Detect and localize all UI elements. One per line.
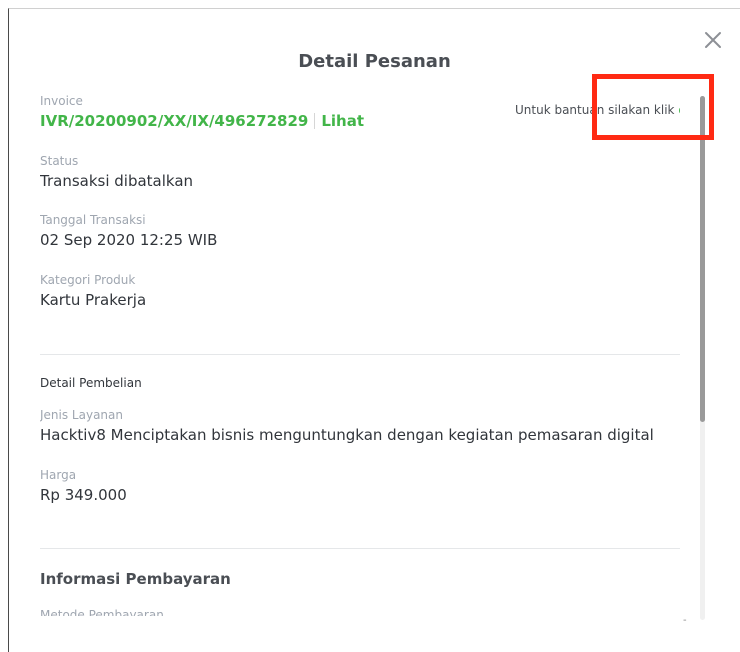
help-text: Untuk bantuan silakan klik disini	[515, 103, 680, 117]
transaction-date-label: Tanggal Transaksi	[40, 213, 146, 227]
price-field: Harga Rp 349.000	[40, 468, 127, 504]
transaction-date-value: 02 Sep 2020 12:25 WIB	[40, 231, 218, 249]
payment-method-value: -	[683, 615, 687, 626]
service-label: Jenis Layanan	[40, 408, 123, 422]
price-label: Harga	[40, 468, 77, 482]
invoice-field: Invoice IVR/20200902/XX/IX/496272829 Lih…	[40, 94, 364, 130]
status-field: Status Transaksi dibatalkan	[40, 154, 193, 190]
help-label: Untuk bantuan silakan klik	[515, 103, 675, 117]
status-value: Transaksi dibatalkan	[40, 172, 194, 190]
transaction-date-field: Tanggal Transaksi 02 Sep 2020 12:25 WIB	[40, 213, 217, 249]
payment-method-label: Metode Pembayaran	[40, 608, 164, 616]
service-field: Jenis Layanan Hacktiv8 Menciptakan bisni…	[40, 408, 654, 444]
scrollbar-thumb[interactable]	[700, 96, 705, 422]
invoice-label: Invoice	[40, 94, 83, 108]
view-invoice-link[interactable]: Lihat	[321, 112, 364, 130]
category-label: Kategori Produk	[40, 273, 136, 287]
purchase-heading-text: Detail Pembelian	[40, 376, 142, 390]
payment-heading-text: Informasi Pembayaran	[40, 570, 231, 588]
invoice-number: IVR/20200902/XX/IX/496272829	[40, 112, 309, 130]
divider	[40, 548, 680, 549]
service-value: Hacktiv8 Menciptakan bisnis menguntungka…	[40, 426, 654, 444]
invoice-row: IVR/20200902/XX/IX/496272829 Lihat	[40, 112, 364, 130]
price-value: Rp 349.000	[40, 486, 127, 504]
category-value: Kartu Prakerja	[40, 291, 147, 309]
purchase-heading: Detail Pembelian	[40, 376, 142, 390]
help-link[interactable]: disini	[678, 103, 680, 117]
modal-content[interactable]: Invoice IVR/20200902/XX/IX/496272829 Lih…	[40, 88, 680, 616]
invoice-separator	[314, 113, 316, 129]
divider	[40, 354, 680, 355]
modal-title: Detail Pesanan	[298, 51, 451, 72]
category-field: Kategori Produk Kartu Prakerja	[40, 273, 146, 309]
payment-heading: Informasi Pembayaran	[40, 570, 231, 588]
status-label: Status	[40, 154, 79, 168]
payment-method-field: Metode Pembayaran	[40, 608, 164, 616]
close-icon[interactable]	[702, 29, 724, 51]
